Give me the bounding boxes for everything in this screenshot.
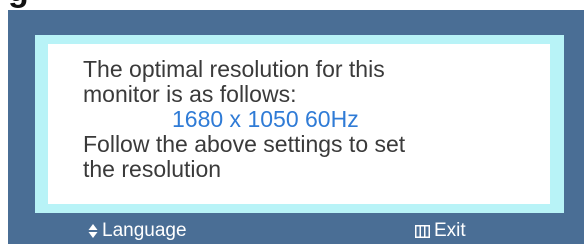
osd-message-border: The optimal resolution for this monitor … xyxy=(35,35,564,213)
message-line-5: the resolution xyxy=(83,156,222,182)
up-down-arrows-icon xyxy=(88,223,98,239)
osd-footer: Language Exit xyxy=(8,218,584,244)
cropped-heading-fragment: g xyxy=(8,0,29,7)
exit-label: Exit xyxy=(434,220,466,241)
osd-message-panel: The optimal resolution for this monitor … xyxy=(48,44,550,204)
osd-window: The optimal resolution for this monitor … xyxy=(8,10,584,244)
message-line-2: monitor is as follows: xyxy=(83,81,297,107)
menu-button-icon xyxy=(415,224,430,238)
language-label: Language xyxy=(102,220,187,241)
language-button[interactable]: Language xyxy=(88,218,187,244)
exit-button[interactable]: Exit xyxy=(415,218,466,244)
message-line-4: Follow the above settings to set xyxy=(83,131,406,157)
message-line-1: The optimal resolution for this xyxy=(83,56,385,82)
optimal-resolution-value: 1680 x 1050 60Hz xyxy=(172,106,359,132)
